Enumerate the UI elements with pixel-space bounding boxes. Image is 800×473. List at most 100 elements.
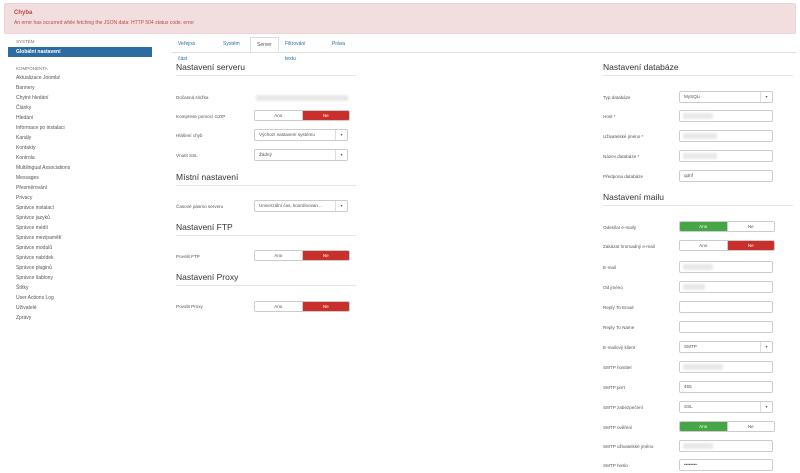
db-type-select[interactable]: MySQLi ▾ bbox=[679, 91, 773, 103]
from-email-input[interactable] bbox=[679, 261, 773, 273]
sidebar-item[interactable]: Bannery bbox=[8, 83, 152, 93]
sidebar-item[interactable]: Správce jazyků bbox=[8, 213, 152, 223]
sidebar-system-header: SYSTÉM bbox=[16, 39, 35, 44]
sidebar-item[interactable]: Správce mezipamětí bbox=[8, 233, 152, 243]
error-reporting-label: Hlášení chyb bbox=[176, 133, 203, 138]
from-name-label: Od jméno bbox=[603, 285, 623, 290]
sidebar-item[interactable]: Aktualizace Joomla! bbox=[8, 73, 152, 83]
sidebar-item[interactable]: Články bbox=[8, 103, 152, 113]
db-type-label: Typ databáze bbox=[603, 95, 631, 100]
smtp-security-label: SMTP zabezpečení bbox=[603, 405, 644, 410]
proxy-no[interactable]: Ne bbox=[301, 302, 349, 311]
reply-name-label: Reply To Name bbox=[603, 325, 635, 330]
ftp-no[interactable]: Ne bbox=[301, 251, 349, 260]
timezone-label: Časové pásmo serveru bbox=[176, 204, 224, 209]
send-mail-toggle[interactable]: Ano Ne bbox=[679, 221, 775, 232]
proxy-yes[interactable]: Ano bbox=[255, 302, 302, 311]
mass-mail-no[interactable]: Ne bbox=[726, 241, 774, 250]
smtp-pass-label: SMTP heslo bbox=[603, 463, 628, 468]
db-user-input[interactable] bbox=[679, 130, 773, 142]
sidebar-item-global-config[interactable]: Globální nastavení bbox=[8, 47, 152, 57]
sidebar: SYSTÉM Globální nastavení KOMPONENTA Akt… bbox=[8, 38, 152, 323]
sidebar-item[interactable]: Správce modulů bbox=[8, 243, 152, 253]
sidebar-item[interactable]: Správce nabídek bbox=[8, 253, 152, 263]
reply-email-input[interactable] bbox=[679, 301, 773, 313]
smtp-host-input[interactable] bbox=[679, 361, 773, 373]
tab-server[interactable]: Server bbox=[250, 37, 279, 52]
smtp-auth-yes[interactable]: Ano bbox=[680, 422, 727, 431]
sidebar-item[interactable]: Informace po instalaci bbox=[8, 123, 152, 133]
proxy-settings-heading: Nastavení Proxy bbox=[176, 272, 239, 282]
tab-permissions[interactable]: Práva bbox=[326, 37, 351, 52]
sidebar-item[interactable]: Správce médií bbox=[8, 223, 152, 233]
gzip-toggle[interactable]: Ano Ne bbox=[254, 110, 350, 121]
smtp-auth-no[interactable]: Ne bbox=[726, 422, 774, 431]
force-ssl-select[interactable]: Žádný ▾ bbox=[254, 149, 348, 161]
error-reporting-select[interactable]: Výchozí nastavení systému ▾ bbox=[254, 129, 348, 141]
smtp-auth-toggle[interactable]: Ano Ne bbox=[679, 421, 775, 432]
sidebar-components-header: KOMPONENTA bbox=[16, 66, 48, 71]
ftp-yes[interactable]: Ano bbox=[255, 251, 302, 260]
sidebar-item[interactable]: Kanály bbox=[8, 133, 152, 143]
sidebar-item[interactable]: Zprávy bbox=[8, 313, 152, 323]
smtp-user-input[interactable] bbox=[679, 440, 773, 452]
sidebar-item[interactable]: Privacy bbox=[8, 193, 152, 203]
proxy-toggle[interactable]: Ano Ne bbox=[254, 301, 350, 312]
ftp-toggle[interactable]: Ano Ne bbox=[254, 250, 350, 261]
timezone-select[interactable]: Univerzální čas, koordinovan... ▾ bbox=[254, 200, 348, 212]
mailer-select[interactable]: SMTP ▾ bbox=[679, 341, 773, 353]
gzip-yes[interactable]: Ano bbox=[255, 111, 302, 120]
chevron-down-icon: ▾ bbox=[760, 342, 772, 352]
db-prefix-input[interactable]: qdrif bbox=[679, 170, 773, 182]
mailer-value: SMTP bbox=[684, 344, 697, 349]
sidebar-item[interactable]: Multilingual Associations bbox=[8, 163, 152, 173]
send-mail-yes[interactable]: Ano bbox=[680, 222, 727, 231]
mailer-label: E-mailový klient bbox=[603, 345, 636, 350]
chevron-down-icon: ▾ bbox=[760, 402, 772, 412]
reply-name-input[interactable] bbox=[679, 321, 773, 333]
sidebar-item[interactable]: Správce instalací bbox=[8, 203, 152, 213]
server-settings-heading: Nastavení serveru bbox=[176, 62, 245, 72]
chevron-down-icon: ▾ bbox=[335, 150, 347, 160]
sidebar-item[interactable]: Messages bbox=[8, 173, 152, 183]
from-name-input[interactable] bbox=[679, 281, 773, 293]
sidebar-item[interactable]: Kontrola bbox=[8, 153, 152, 163]
sidebar-item[interactable]: Štítky bbox=[8, 283, 152, 293]
sidebar-item[interactable]: Přesměrování bbox=[8, 183, 152, 193]
divider bbox=[176, 185, 356, 186]
locale-settings-heading: Místní nastavení bbox=[176, 172, 239, 182]
sidebar-item[interactable]: Chytré hledání bbox=[8, 93, 152, 103]
db-host-input[interactable] bbox=[679, 110, 773, 122]
smtp-security-select[interactable]: SSL ▾ bbox=[679, 401, 773, 413]
tab-site[interactable]: Veřejná část bbox=[172, 37, 201, 62]
sidebar-item[interactable]: Kontakty bbox=[8, 143, 152, 153]
ftp-settings-heading: Nastavení FTP bbox=[176, 222, 233, 232]
temp-folder-field[interactable] bbox=[256, 95, 348, 101]
send-mail-no[interactable]: Ne bbox=[726, 222, 774, 231]
gzip-no[interactable]: Ne bbox=[301, 111, 349, 120]
sidebar-item[interactable]: Hledání bbox=[8, 113, 152, 123]
db-name-label: Název databáze * bbox=[603, 154, 640, 159]
gzip-label: Komprese pomocí GZIP bbox=[176, 114, 226, 119]
mail-settings-heading: Nastavení mailu bbox=[603, 192, 664, 202]
reply-email-label: Reply To Email bbox=[603, 305, 634, 310]
tab-text-filters[interactable]: Filtrování textu bbox=[279, 37, 312, 62]
db-type-value: MySQLi bbox=[684, 94, 701, 99]
smtp-port-input[interactable]: 465 bbox=[679, 381, 773, 393]
error-alert: Chyba An error has occurred while fetchi… bbox=[4, 3, 796, 34]
mass-mail-toggle[interactable]: Ano Ne bbox=[679, 240, 775, 251]
db-name-input[interactable] bbox=[679, 150, 773, 162]
smtp-port-label: SMTP port bbox=[603, 385, 625, 390]
smtp-pass-input[interactable]: •••••••• bbox=[679, 459, 773, 471]
tab-system[interactable]: Systém bbox=[217, 37, 246, 52]
divider bbox=[176, 285, 356, 286]
from-email-label: E-mail bbox=[603, 265, 617, 270]
enable-ftp-label: Povolit FTP bbox=[176, 254, 200, 259]
sidebar-item[interactable]: Správce šablony bbox=[8, 273, 152, 283]
chevron-down-icon: ▾ bbox=[335, 130, 347, 140]
sidebar-item[interactable]: Uživatelé bbox=[8, 303, 152, 313]
sidebar-item[interactable]: Správce pluginů bbox=[8, 263, 152, 273]
sidebar-item[interactable]: User Actions Log bbox=[8, 293, 152, 303]
mass-mail-yes[interactable]: Ano bbox=[680, 241, 727, 250]
send-mail-label: Odesílat e-maily bbox=[603, 225, 637, 230]
